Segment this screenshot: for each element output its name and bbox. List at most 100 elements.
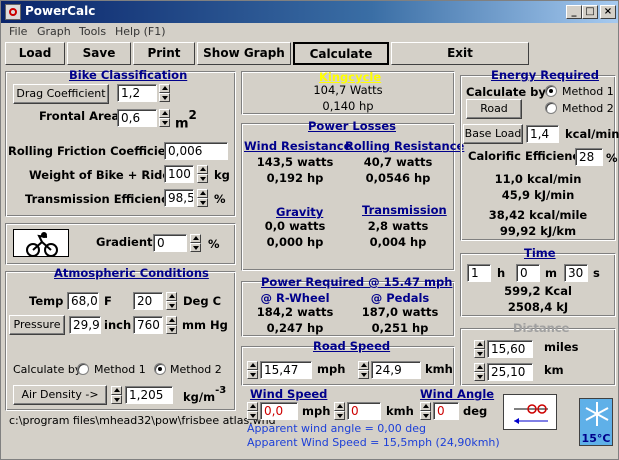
drag-coefficient-button[interactable]: Drag Coefficient	[13, 84, 109, 104]
atmospheric-header: Atmospheric Conditions	[54, 266, 209, 280]
pedals-header: @ Pedals	[370, 291, 430, 305]
wind-speed-mph-spinner[interactable]	[247, 402, 258, 420]
wind-angle-spinner[interactable]	[420, 402, 431, 420]
power-losses-header: Power Losses	[308, 119, 396, 133]
transmission-efficiency-unit: %	[214, 192, 226, 206]
distance-km-spinner[interactable]	[474, 363, 485, 381]
gravity-hp: 0,000 hp	[266, 235, 324, 249]
wind-direction-diagram	[503, 394, 557, 430]
base-load-unit: kcal/min	[565, 127, 619, 141]
pressure-button[interactable]: Pressure	[9, 315, 65, 335]
energy-method2-label: Method 2	[562, 102, 614, 115]
energy-method2-radio[interactable]	[545, 102, 557, 114]
rolling-resistance-watts: 40,7 watts	[363, 155, 433, 169]
rolling-friction-input[interactable]: 0,006	[164, 142, 228, 160]
road-speed-kmh-input[interactable]: 24,9	[371, 361, 421, 379]
time-seconds-input[interactable]: 30	[564, 264, 588, 282]
time-minutes-unit: m	[545, 266, 557, 280]
calculate-button[interactable]: Calculate	[293, 42, 389, 65]
weather-badge: 15°C	[579, 398, 613, 446]
time-kj: 2508,4 kJ	[507, 300, 569, 314]
transmission-efficiency-spinner[interactable]	[197, 189, 208, 207]
pedals-hp: 0,251 hp	[371, 321, 429, 335]
distance-header: Distance	[513, 321, 570, 335]
road-speed-kmh-spinner[interactable]	[358, 361, 369, 379]
weight-spinner[interactable]	[197, 165, 208, 183]
save-button[interactable]: Save	[67, 42, 131, 65]
base-load-button[interactable]: Base Load	[463, 124, 523, 144]
kingcycle-hp: 0,140 hp	[322, 99, 374, 113]
maximize-button[interactable]: □	[582, 5, 598, 19]
print-button[interactable]: Print	[133, 42, 195, 65]
road-speed-mph-input[interactable]: 15,47	[260, 361, 312, 379]
rolling-friction-label: Rolling Friction Coefficient	[8, 144, 180, 158]
kingcycle-watts: 104,7 Watts	[313, 83, 383, 97]
wind-speed-kmh-spinner[interactable]	[334, 402, 345, 420]
distance-km-input[interactable]: 25,10	[487, 363, 533, 381]
wind-speed-kmh-unit: kmh	[386, 404, 414, 418]
close-button[interactable]: ×	[600, 5, 616, 19]
gradient-label: Gradient	[96, 235, 153, 249]
atmos-method1-label: Method 1	[94, 363, 146, 376]
distance-miles-unit: miles	[544, 340, 579, 354]
rwheel-hp: 0,247 hp	[266, 321, 324, 335]
gradient-spinner[interactable]	[190, 234, 201, 252]
air-density-button[interactable]: Air Density ->	[13, 385, 107, 405]
powercalc-window: PowerCalc _ □ × File Graph Tools Help (F…	[0, 0, 619, 460]
road-speed-mph-spinner[interactable]	[247, 361, 258, 379]
wind-speed-mph-input[interactable]: 0,0	[260, 402, 298, 420]
distance-miles-spinner[interactable]	[474, 340, 485, 358]
rwheel-header: @ R-Wheel	[260, 291, 330, 305]
temp-c-spinner[interactable]	[166, 292, 177, 310]
energy-method1-radio[interactable]	[545, 85, 557, 97]
calorific-efficiency-label: Calorific Efficiency	[468, 149, 587, 163]
distance-km-unit: km	[544, 363, 564, 377]
wind-angle-input[interactable]: 0	[433, 402, 459, 420]
menu-bar: File Graph Tools Help (F1)	[1, 23, 618, 41]
wind-speed-kmh-input[interactable]: 0	[347, 402, 381, 420]
show-graph-button[interactable]: Show Graph	[197, 42, 291, 65]
file-path-status: c:\program files\mhead32\pow\frisbee atl…	[9, 414, 276, 427]
menu-help[interactable]: Help (F1)	[115, 25, 165, 38]
load-button[interactable]: Load	[5, 42, 65, 65]
atmos-method2-radio[interactable]	[154, 363, 166, 375]
window-title: PowerCalc	[25, 4, 96, 18]
air-density-spinner[interactable]	[111, 386, 122, 404]
atmos-calc-by-label: Calculate by	[13, 363, 82, 376]
transmission-efficiency-input[interactable]: 98,5	[164, 189, 194, 207]
pressure-inch-input[interactable]: 29,9	[69, 316, 101, 334]
wind-angle-unit: deg	[463, 404, 488, 418]
gradient-input[interactable]: 0	[153, 234, 187, 252]
pressure-mm-input[interactable]: 760	[133, 316, 163, 334]
menu-file[interactable]: File	[9, 25, 27, 38]
temp-c-input[interactable]: 20	[133, 292, 163, 310]
pressure-mm-spinner[interactable]	[166, 316, 177, 334]
frontal-area-input[interactable]: 0,6	[117, 109, 157, 127]
temp-f-input[interactable]: 68,0	[67, 292, 99, 310]
air-density-input[interactable]: 1,205	[125, 386, 173, 404]
time-hours-unit: h	[497, 266, 506, 280]
base-load-input[interactable]: 1,4	[526, 125, 559, 143]
apparent-wind-speed: Apparent Wind Speed = 15,5mph (24,90kmh)	[247, 436, 500, 449]
pressure-inch-unit: inch	[104, 318, 132, 332]
road-button[interactable]: Road	[466, 99, 522, 119]
minimize-button[interactable]: _	[566, 5, 582, 19]
exit-button[interactable]: Exit	[391, 42, 529, 65]
drag-coefficient-input[interactable]: 1,2	[117, 84, 157, 102]
calorific-efficiency-input[interactable]: 28	[575, 148, 603, 166]
title-bar: PowerCalc _ □ ×	[1, 1, 618, 23]
weight-input[interactable]: 100	[164, 165, 194, 183]
energy-kj-km: 99,92 kJ/km	[499, 224, 577, 238]
drag-coefficient-spinner[interactable]	[159, 84, 170, 102]
menu-graph[interactable]: Graph	[37, 25, 71, 38]
frontal-area-spinner[interactable]	[159, 109, 170, 127]
menu-tools[interactable]: Tools	[79, 25, 106, 38]
app-icon	[5, 4, 21, 20]
distance-miles-input[interactable]: 15,60	[487, 340, 533, 358]
atmos-method1-radio[interactable]	[77, 363, 89, 375]
time-minutes-input[interactable]: 0	[516, 264, 540, 282]
time-hours-input[interactable]: 1	[467, 264, 491, 282]
transmission-header: Transmission	[362, 203, 447, 217]
temperature-badge-label: 15°C	[581, 432, 611, 445]
bike-header: Bike Classification	[69, 68, 188, 82]
